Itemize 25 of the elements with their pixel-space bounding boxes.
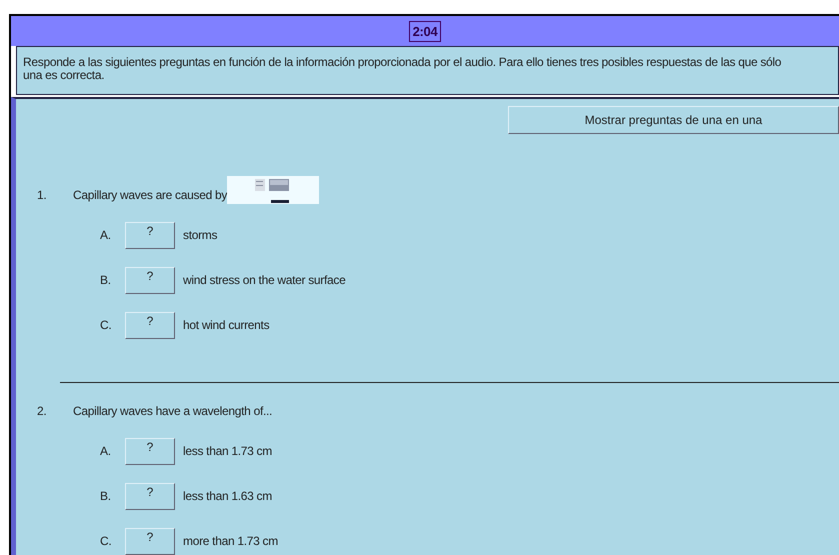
option-letter: C. (100, 534, 112, 548)
instructions: Responde a las siguientes preguntas en función de la información proporcionada por el audio. Para ello tienes tres posibles respuestas de las que sólo una es correcta. (16, 46, 839, 95)
question-number: 2. (37, 404, 48, 420)
option-letter: A. (100, 228, 112, 242)
option-letter: A. (100, 444, 112, 458)
option-text: less than 1.73 cm (183, 444, 272, 458)
question-text: Capillary waves have a wavelength of... (73, 404, 272, 420)
option-letter: B. (100, 489, 112, 503)
answer-button[interactable]: ? (125, 438, 175, 464)
show-one-button[interactable]: Mostrar preguntas de una en una (508, 106, 839, 134)
option-text: storms (183, 228, 218, 242)
question-text: Capillary waves are caused by (73, 188, 228, 204)
option-text: less than 1.63 cm (183, 489, 272, 503)
answer-button[interactable]: ? (125, 222, 175, 248)
option-text: wind stress on the water surface (183, 273, 346, 287)
option-letter: B. (100, 273, 112, 287)
answer-button[interactable]: ? (125, 266, 175, 294)
answer-button[interactable]: ? (125, 312, 175, 338)
option-text: hot wind currents (183, 318, 270, 332)
timer: 2:04 (408, 20, 442, 42)
option-letter: C. (100, 318, 112, 332)
answer-button[interactable]: ? (125, 528, 175, 554)
option-text: more than 1.73 cm (183, 534, 278, 548)
answer-button[interactable]: ? (125, 482, 175, 510)
question-number: 1. (37, 188, 48, 204)
